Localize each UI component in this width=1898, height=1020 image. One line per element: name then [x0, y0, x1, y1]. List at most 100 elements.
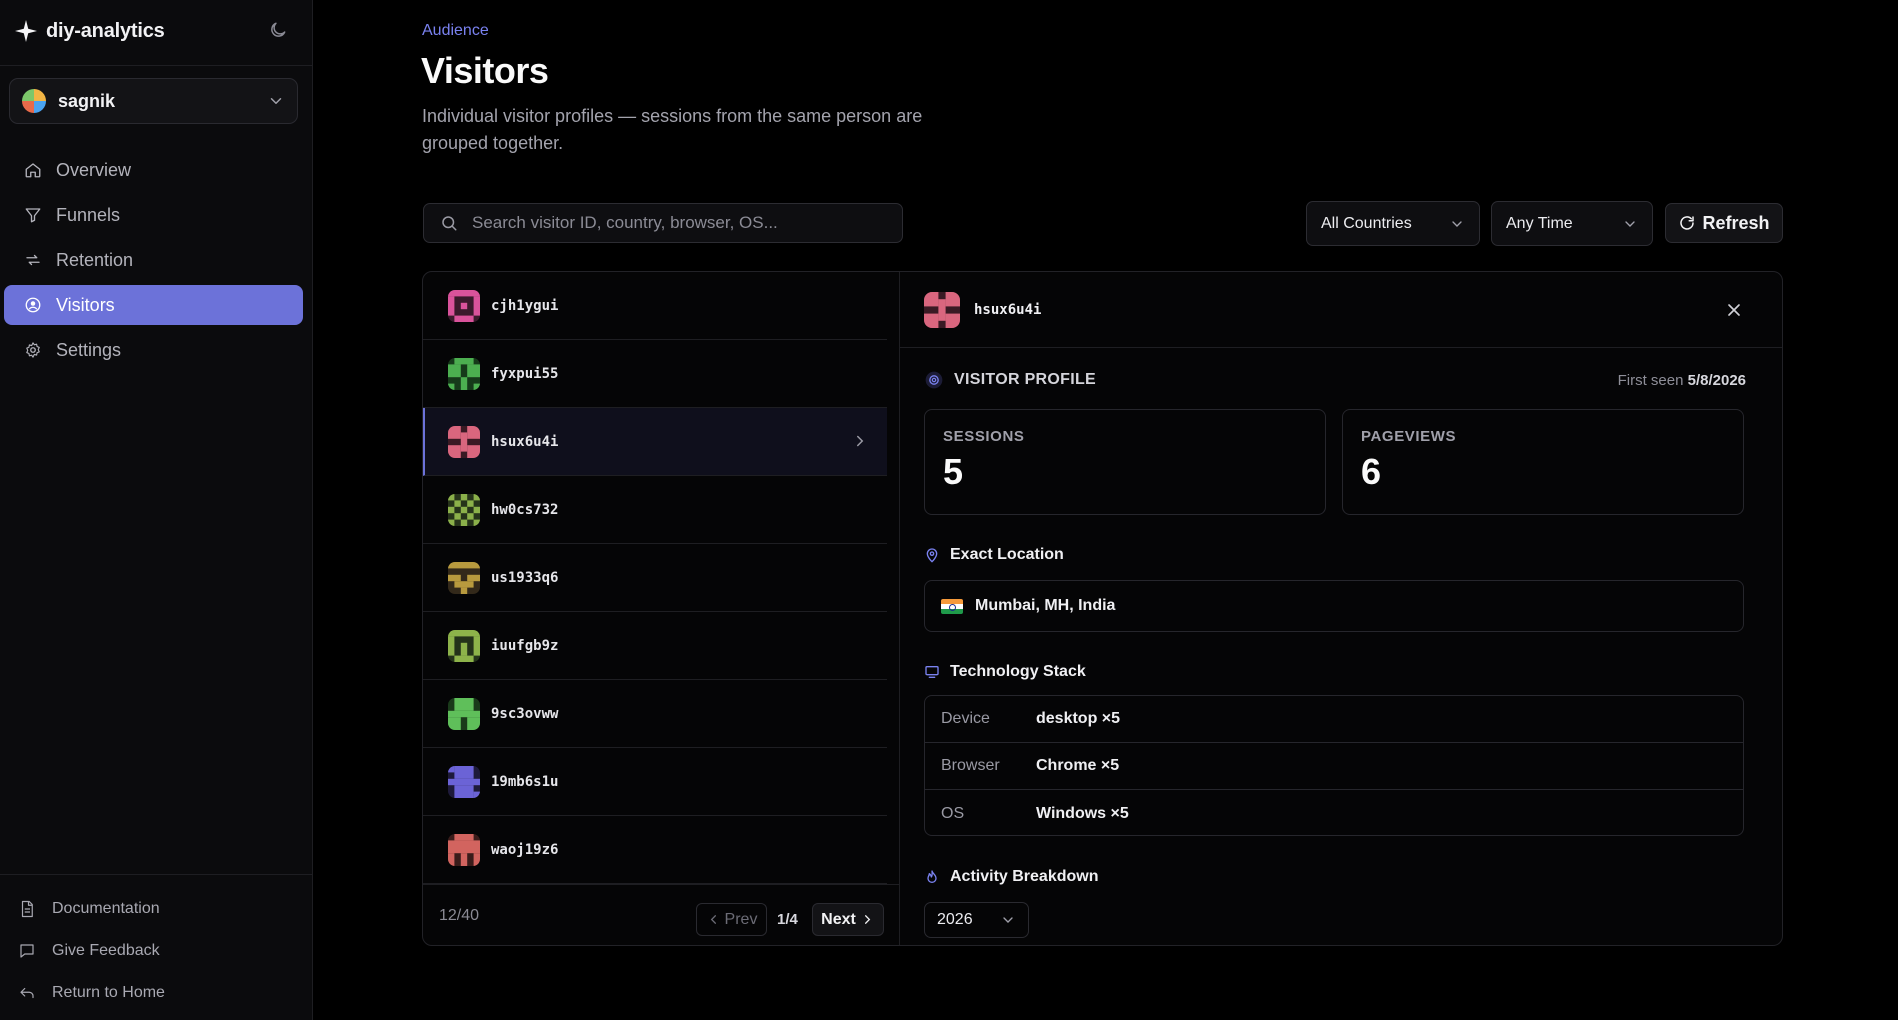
tech-value: Chrome ×5	[1036, 757, 1120, 774]
table-row: Browser Chrome ×5	[925, 743, 1743, 790]
time-filter-select[interactable]: Any Time	[1491, 201, 1653, 246]
location-heading: Exact Location	[924, 546, 1064, 564]
tech-key: Browser	[941, 757, 1000, 774]
list-item[interactable]: 19mb6s1u	[423, 748, 887, 816]
page-subtitle: Individual visitor profiles — sessions f…	[422, 106, 923, 153]
country-filter-value: All Countries	[1321, 214, 1412, 232]
visitor-profile-label: VISITOR PROFILE	[954, 371, 1096, 388]
gear-icon	[26, 342, 40, 358]
list-item[interactable]: fyxpui55	[423, 340, 887, 408]
sidebar-item-label: Settings	[56, 339, 122, 360]
tech-value: desktop ×5	[1036, 710, 1121, 727]
list-item[interactable]: hw0cs732	[423, 476, 887, 544]
visitor-icon	[25, 297, 41, 313]
list-item[interactable]: iuufgb9z	[423, 612, 887, 680]
chevron-right-icon	[864, 915, 871, 924]
sidebar-item-retention[interactable]: Retention	[4, 240, 303, 280]
feedback-label: Give Feedback	[52, 942, 160, 959]
refresh-label: Refresh	[1702, 212, 1770, 233]
sidebar: diy-analytics sagnik Overview Funnels Re…	[0, 0, 313, 1020]
search-box[interactable]	[423, 203, 903, 243]
visitor-id: cjh1ygui	[491, 297, 559, 314]
sidebar-footer: Documentation Give Feedback Return to Ho…	[18, 888, 298, 1014]
visitor-id: 9sc3ovww	[491, 705, 559, 722]
chevron-left-icon	[710, 915, 716, 924]
theme-toggle-moon-icon[interactable]	[268, 20, 288, 40]
sidebar-item-funnels[interactable]: Funnels	[4, 195, 303, 235]
first-seen: First seen 5/8/2026	[1618, 372, 1746, 389]
close-icon[interactable]	[1724, 300, 1744, 320]
country-filter-select[interactable]: All Countries	[1306, 201, 1480, 246]
undo-arrow-icon	[20, 987, 34, 999]
location-value: Mumbai, MH, India	[975, 597, 1116, 614]
time-filter-value: Any Time	[1506, 214, 1573, 232]
sidebar-item-label: Retention	[56, 249, 134, 270]
return-home-link[interactable]: Return to Home	[18, 972, 298, 1014]
sessions-label: SESSIONS	[943, 428, 1025, 445]
feedback-link[interactable]: Give Feedback	[18, 930, 298, 972]
list-item[interactable]: waoj19z6	[423, 816, 887, 884]
workspace-switcher[interactable]: sagnik	[9, 78, 298, 124]
refresh-button[interactable]: Refresh	[1665, 203, 1783, 243]
pageviews-label: PAGEVIEWS	[1361, 428, 1457, 445]
visitor-avatar-icon	[448, 697, 480, 730]
funnel-icon	[25, 208, 41, 223]
chevron-down-icon	[1003, 917, 1013, 923]
app-name: diy-analytics	[46, 19, 165, 42]
flame-icon	[927, 870, 937, 883]
chevron-right-icon	[857, 435, 864, 447]
workspace-name: sagnik	[58, 90, 116, 111]
next-label: Next	[821, 910, 856, 928]
visitor-id: 19mb6s1u	[491, 773, 559, 790]
first-seen-label: First seen	[1617, 372, 1684, 389]
tech-key: OS	[941, 804, 965, 822]
fingerprint-icon	[925, 371, 943, 389]
breadcrumb[interactable]: Audience	[422, 22, 489, 40]
result-count: 12/40	[439, 907, 480, 924]
list-item[interactable]: us1933q6	[423, 544, 887, 612]
page-title: Visitors	[421, 50, 549, 91]
monitor-icon	[925, 666, 939, 678]
return-home-label: Return to Home	[52, 984, 165, 1001]
next-page-button[interactable]: Next	[812, 903, 884, 936]
location-box: Mumbai, MH, India	[924, 580, 1744, 632]
brand[interactable]: diy-analytics	[14, 16, 165, 46]
chevron-down-icon	[1625, 220, 1635, 227]
documentation-label: Documentation	[52, 900, 160, 917]
visitor-avatar-icon	[448, 289, 480, 322]
tech-table: Device desktop ×5 Browser Chrome ×5 OS W…	[924, 695, 1744, 836]
activity-heading: Activity Breakdown	[924, 868, 1098, 886]
visitor-avatar-icon	[448, 493, 480, 526]
sidebar-item-overview[interactable]: Overview	[4, 150, 303, 190]
sidebar-item-visitors[interactable]: Visitors	[4, 285, 303, 325]
sidebar-item-settings[interactable]: Settings	[4, 330, 303, 370]
documentation-link[interactable]: Documentation	[18, 888, 298, 930]
year-select[interactable]: 2026	[924, 902, 1029, 938]
visitor-avatar-icon	[448, 357, 480, 390]
list-item-selected[interactable]: hsux6u4i	[423, 408, 887, 476]
tech-heading: Technology Stack	[924, 663, 1086, 681]
list-item[interactable]: 9sc3ovww	[423, 680, 887, 748]
search-icon	[442, 216, 457, 231]
tech-heading-label: Technology Stack	[950, 663, 1086, 680]
chevron-down-icon	[270, 98, 282, 104]
pageviews-value: 6	[1361, 451, 1382, 492]
prev-page-button[interactable]: Prev	[696, 903, 767, 936]
visitor-avatar-icon	[448, 561, 480, 594]
document-icon	[21, 900, 33, 918]
tech-key: Device	[941, 710, 990, 727]
india-flag-icon	[941, 598, 963, 614]
home-icon	[25, 163, 41, 178]
first-seen-date: 5/8/2026	[1687, 372, 1746, 389]
list-item[interactable]: cjh1ygui	[423, 272, 887, 340]
sidebar-item-label: Overview	[56, 159, 132, 180]
visitor-id: hw0cs732	[491, 501, 559, 518]
search-input[interactable]	[472, 213, 892, 233]
avatar	[22, 89, 46, 113]
year-value: 2026	[937, 911, 973, 928]
sidebar-item-label: Visitors	[56, 294, 115, 315]
visitor-id: iuufgb9z	[491, 637, 559, 654]
sessions-stat-card: SESSIONS 5	[924, 409, 1326, 515]
retention-icon	[26, 254, 40, 266]
sidebar-divider	[0, 874, 313, 875]
